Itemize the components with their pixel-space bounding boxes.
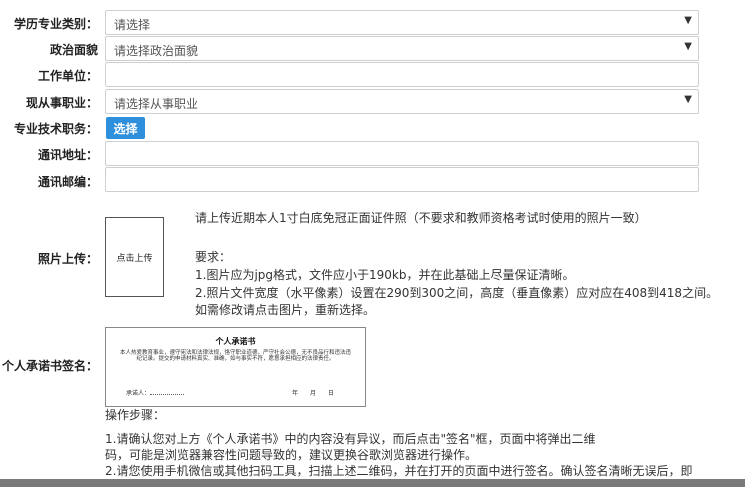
occupation-label: 现从事职业：	[25, 96, 98, 110]
caret-down-icon: ▼	[684, 94, 692, 105]
step-1-line-2: 码，可能是浏览器兼容性问题导致的，建议更换谷歌浏览器进行操作。	[105, 448, 478, 462]
caret-down-icon: ▼	[684, 41, 692, 52]
steps-title: 操作步骤：	[105, 408, 166, 422]
address-label: 通讯地址：	[37, 148, 98, 162]
professional-title-select-button[interactable]: 选择	[106, 117, 145, 139]
commitment-signer-label: 承诺人：	[126, 390, 151, 397]
photo-requirement-2: 2.照片文件宽度（水平像素）设置在290到300之间，高度（垂直像素）应对应在4…	[195, 286, 719, 300]
occupation-select[interactable]: 请选择从事职业 ▼	[105, 89, 699, 114]
photo-upload-box[interactable]: 点击上传	[105, 217, 164, 297]
postcode-label: 通讯邮编：	[37, 175, 98, 189]
caret-down-icon: ▼	[684, 15, 692, 26]
photo-requirements-title: 要求：	[195, 250, 232, 264]
commitment-letter-body: 本人热爱教育事业，遵守宪法和法律法规，恪守职业道德，严守社会公德，无不良品行和违…	[119, 350, 351, 362]
photo-requirement-1: 1.图片应为jpg格式，文件应小于190kb，并在此基础上尽量保证清晰。	[195, 268, 575, 282]
professional-title-label: 专业技术职务：	[13, 122, 98, 136]
political-select[interactable]: 请选择政治面貌 ▼	[105, 36, 699, 61]
education-select[interactable]: 请选择 ▼	[105, 10, 699, 35]
step-1-line-1: 1.请确认您对上方《个人承诺书》中的内容没有异议，而后点击"签名"框，页面中将弹…	[105, 432, 596, 446]
bottom-scroll-bar	[0, 479, 745, 487]
photo-upload-placeholder: 点击上传	[116, 253, 153, 264]
photo-requirement-3: 如需修改请点击图片，重新选择。	[195, 303, 376, 317]
commitment-letter-title: 个人承诺书	[215, 336, 256, 346]
step-2: 2.请您使用手机微信或其他扫码工具，扫描上述二维码，并在打开的页面中进行签名。确…	[105, 464, 693, 478]
workplace-label: 工作单位：	[37, 69, 98, 83]
occupation-select-value: 请选择从事职业	[114, 97, 199, 111]
signature-label: 个人承诺书签名：	[1, 359, 98, 373]
photo-instruction: 请上传近期本人1寸白底免冠正面证件照（不要求和教师资格考试时使用的照片一致）	[195, 211, 647, 225]
address-input[interactable]	[105, 141, 699, 166]
commitment-letter-signer: 承诺人：	[126, 388, 185, 397]
commitment-letter-date: 年 月 日	[292, 390, 335, 397]
workplace-input[interactable]	[105, 62, 699, 87]
postcode-input[interactable]	[105, 167, 699, 192]
commitment-letter-image[interactable]: 个人承诺书 本人热爱教育事业，遵守宪法和法律法规，恪守职业道德，严守社会公德，无…	[105, 327, 366, 407]
education-select-value: 请选择	[114, 18, 151, 32]
political-select-value: 请选择政治面貌	[114, 44, 199, 58]
education-label: 学历专业类别：	[13, 17, 98, 31]
political-label: 政治面貌	[49, 43, 98, 57]
photo-upload-label: 照片上传：	[37, 252, 98, 266]
